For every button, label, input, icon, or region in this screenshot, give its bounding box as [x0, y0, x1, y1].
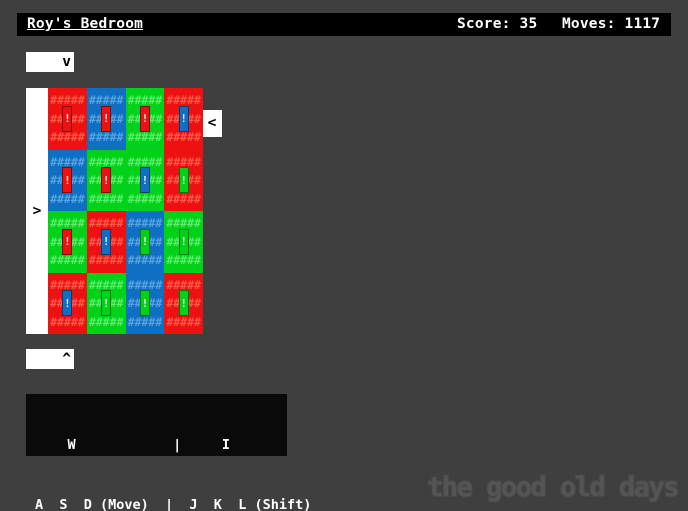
cursor-marker-right[interactable]: <	[202, 110, 222, 137]
board-cell[interactable]: ##### ## ## #####!	[125, 88, 165, 150]
game-screen: Roy's Bedroom Score: 35 Moves: 1117 v > …	[0, 0, 688, 511]
board-cell[interactable]: ##### ## ## #####!	[86, 88, 126, 150]
board-cell[interactable]: ##### ## ## #####!	[164, 88, 203, 150]
cursor-marker-left[interactable]: >	[26, 88, 48, 334]
board-cell[interactable]: ##### ## ## #####!	[125, 211, 165, 273]
cell-inner-block: !	[62, 105, 73, 132]
status-bar: Roy's Bedroom Score: 35 Moves: 1117	[17, 13, 671, 36]
board-cell[interactable]: ##### ## ## #####!	[164, 149, 203, 211]
cell-inner-block: !	[139, 290, 150, 317]
board-cell[interactable]: ##### ## ## #####!	[48, 88, 87, 150]
board-cell[interactable]: ##### ## ## #####!	[48, 211, 87, 273]
cursor-marker-top[interactable]: v	[26, 52, 74, 72]
board-cell[interactable]: ##### ## ## #####!	[86, 211, 126, 273]
watermark: the good old days	[426, 471, 680, 504]
cell-inner-block: !	[178, 167, 189, 194]
legend-row-shift-keys: A S D (Move) | J K L (Shift)	[35, 497, 312, 511]
cell-inner-block: !	[101, 105, 112, 132]
cell-inner-block: !	[62, 290, 73, 317]
score-display: Score: 35	[457, 16, 538, 32]
cell-inner-block: !	[139, 228, 150, 255]
board-cell[interactable]: ##### ## ## #####!	[164, 272, 203, 334]
cell-inner-block: !	[139, 167, 150, 194]
board-cell[interactable]: ##### ## ## #####!	[48, 149, 87, 211]
cell-inner-block: !	[178, 105, 189, 132]
board-cell[interactable]: ##### ## ## #####!	[125, 149, 165, 211]
cell-inner-block: !	[178, 290, 189, 317]
cell-inner-block: !	[62, 228, 73, 255]
cell-inner-block: !	[101, 290, 112, 317]
controls-legend: W | I A S D (Move) | J K L (Shift) Q: Qu…	[26, 394, 311, 511]
legend-row-move-keys: W | I	[35, 437, 231, 453]
cell-inner-block: !	[62, 167, 73, 194]
board-cell[interactable]: ##### ## ## #####!	[48, 272, 87, 334]
game-board[interactable]: ##### ## ## #####! ##### ## ## #####! ##### ## …	[48, 88, 203, 334]
board-cell[interactable]: ##### ## ## #####!	[86, 272, 126, 334]
board-cell[interactable]: ##### ## ## #####!	[164, 211, 203, 273]
board-cell[interactable]: ##### ## ## #####!	[86, 149, 126, 211]
cell-inner-block: !	[101, 167, 112, 194]
page-title: Roy's Bedroom	[27, 16, 144, 32]
cursor-marker-bottom[interactable]: ^	[26, 349, 74, 369]
cell-inner-block: !	[101, 228, 112, 255]
cell-inner-block: !	[178, 228, 189, 255]
board-cell[interactable]: ##### ## ## #####!	[125, 272, 165, 334]
cell-inner-block: !	[139, 105, 150, 132]
moves-display: Moves: 1117	[562, 16, 661, 32]
